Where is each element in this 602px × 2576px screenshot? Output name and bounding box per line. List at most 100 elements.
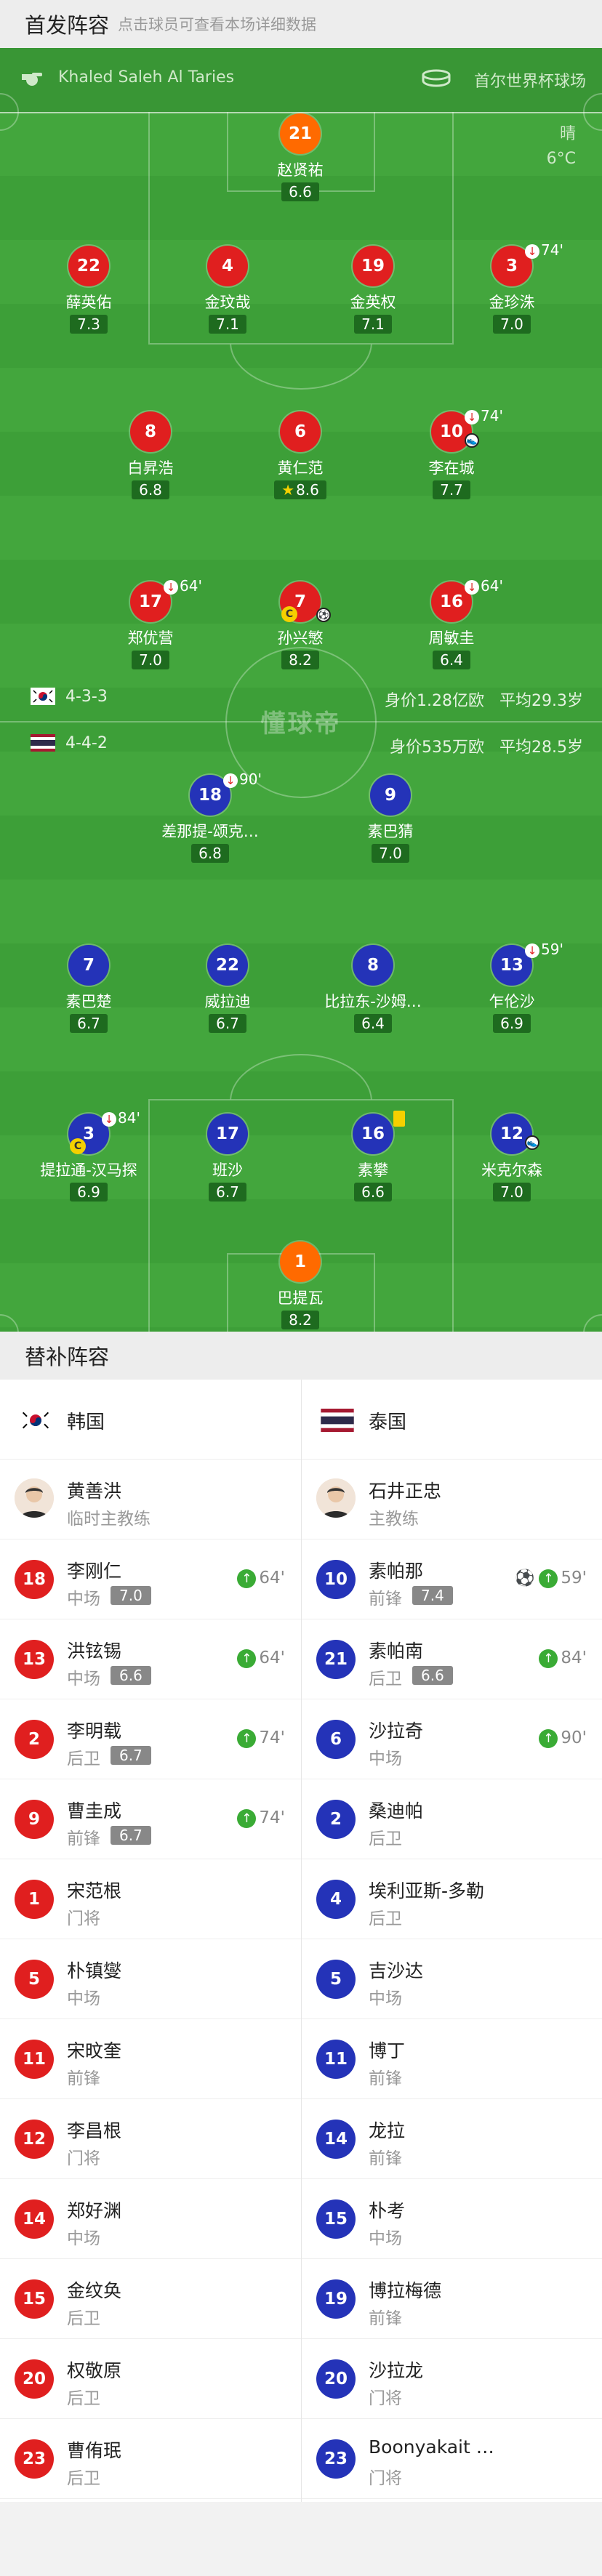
pitch-player[interactable]: 18 ↓ 90' 差那提-颂克… 6.8 (130, 770, 290, 863)
pitch-player[interactable]: 4 金玟哉 7.1 (148, 246, 308, 334)
assist-icon: 👟 (465, 433, 479, 448)
player-name: 博丁 (369, 2040, 406, 2061)
home-value-age: 身价1.28亿欧 平均29.3岁 (385, 688, 583, 711)
sub-time: 84' (118, 1109, 140, 1127)
bench-player-row[interactable]: 1 宋范根 门将 (0, 1859, 301, 1939)
bench-player-row[interactable]: 23 Boonyakait … 门将 (302, 2419, 602, 2499)
lineup-header: 首发阵容 点击球员可查看本场详细数据 (0, 0, 602, 48)
player-name: 李昌根 (67, 2120, 122, 2141)
sub-off-indicator: ↓ 64' (164, 577, 202, 595)
pitch-player[interactable]: 12 👟 米克尔森 7.0 (432, 1114, 592, 1202)
bench-player-row[interactable]: 11 博丁 前锋 (302, 2019, 602, 2099)
pitch-player[interactable]: 13 ↓ 59' 乍伦沙 6.9 (432, 941, 592, 1033)
pitch-player[interactable]: 3 ↓ 84' C 提拉通-汉马探 6.9 (9, 1109, 169, 1202)
player-rating: 6.6 (111, 1666, 151, 1685)
coach-row[interactable]: 石井正忠 主教练 (302, 1460, 602, 1539)
player-name: 比拉东-沙姆… (324, 993, 422, 1010)
bench-player-row[interactable]: 15 金纹奂 后卫 (0, 2259, 301, 2339)
pitch-player[interactable]: 16 素攀 6.6 (293, 1111, 453, 1202)
player-number: 19 (316, 2279, 356, 2319)
pitch-player[interactable]: 8 白昇浩 6.8 (71, 411, 230, 499)
player-name: 沙拉奇 (369, 1720, 424, 1742)
lineup-title: 首发阵容 (25, 13, 110, 38)
player-name: 巴提瓦 (277, 1289, 324, 1307)
bench-player-row[interactable]: 10 素帕那 前锋 7.4 ⚽ ↑ 59' (302, 1539, 602, 1619)
player-name: 金珍洙 (489, 294, 535, 311)
player-name: 郑优营 (127, 629, 174, 647)
player-name: 宋范根 (67, 1880, 122, 1901)
player-name: 赵贤祐 (277, 161, 324, 179)
bench-player-row[interactable]: 21 素帕南 后卫 6.6 ↑ 84' (302, 1619, 602, 1699)
pitch-player[interactable]: 3 ↓ 74' 金珍洙 7.0 (432, 241, 592, 334)
player-rating: 7.4 (412, 1586, 453, 1605)
pitch-player[interactable]: 7 素巴楚 6.7 (9, 945, 169, 1033)
player-number: 15 (15, 2279, 54, 2319)
pitch-player[interactable]: 6 黄仁范 ★ 8.6 (220, 411, 380, 499)
player-position: 中场 (67, 1989, 100, 2008)
coach-row[interactable]: 黄善洪 临时主教练 (0, 1460, 301, 1539)
sub-on-icon: ↑ (237, 1569, 257, 1588)
sub-time: 64' (481, 577, 503, 595)
player-number: 14 (15, 2199, 54, 2239)
away-team-summary: 4-4-2 身价535万欧 平均28.5岁 (31, 734, 583, 757)
pitch: Khaled Saleh Al Taries 首尔世界杯球场 晴 6°C 懂球帝… (0, 48, 602, 1332)
bench-player-row[interactable]: 19 博拉梅德 前锋 (302, 2259, 602, 2339)
sub-on-icon: ↑ (237, 1649, 257, 1668)
pitch-player[interactable]: 8 比拉东-沙姆… 6.4 (293, 945, 453, 1033)
pitch-player[interactable]: 16 ↓ 64' 周敏圭 6.4 (372, 577, 531, 669)
captain-icon: C (281, 606, 297, 622)
player-position: 中场 (67, 1590, 100, 1609)
bench-player-row[interactable]: 5 吉沙达 中场 (302, 1939, 602, 2019)
player-position: 前锋 (369, 2149, 402, 2168)
pitch-player[interactable]: 7 C ⚽ 孙兴慜 8.2 (220, 581, 380, 669)
player-position: 前锋 (369, 2069, 402, 2088)
bench-player-row[interactable]: 23 曹侑珉 后卫 (0, 2419, 301, 2499)
pitch-player[interactable]: 9 素巴猜 7.0 (310, 775, 470, 863)
pitch-player[interactable]: 22 威拉迪 6.7 (148, 945, 308, 1033)
pitch-player[interactable]: 17 ↓ 64' 郑优营 7.0 (71, 577, 230, 669)
bench-player-row[interactable]: 13 洪铉锡 中场 6.6 ↑ 64' (0, 1619, 301, 1699)
sub-time: 90' (239, 770, 262, 788)
bench-player-row[interactable]: 12 李昌根 门将 (0, 2099, 301, 2179)
player-number: 8 (353, 945, 393, 986)
player-position: 中场 (369, 2229, 402, 2248)
bench-player-row[interactable]: 20 沙拉龙 门将 (302, 2339, 602, 2419)
pitch-player[interactable]: 21 赵贤祐 6.6 (220, 113, 380, 201)
bench-player-row[interactable]: 18 李刚仁 中场 7.0 ↑ 64' (0, 1539, 301, 1619)
bench-player-row[interactable]: 2 李明载 后卫 6.7 ↑ 74' (0, 1699, 301, 1779)
bench-player-row[interactable]: 15 朴考 中场 (302, 2179, 602, 2259)
bench-player-row[interactable]: 4 埃利亚斯-多勒 后卫 (302, 1859, 602, 1939)
bench-player-row[interactable]: 14 郑好渊 中场 (0, 2179, 301, 2259)
player-position: 后卫 (369, 1670, 402, 1689)
player-rating: 6.4 (433, 651, 470, 669)
pitch-player[interactable]: 1 巴提瓦 8.2 (220, 1241, 380, 1329)
bench-list: 韩国 黄善洪 临时主教练 18 李刚仁 中场 7.0 ↑ 64' 13 洪铉锡 中… (0, 1380, 602, 2502)
player-name: 曹侑珉 (67, 2440, 122, 2461)
bench-player-row[interactable]: 2 桑迪帕 后卫 (302, 1779, 602, 1859)
player-name: 素巴猜 (367, 823, 414, 840)
pitch-player[interactable]: 19 金英权 7.1 (293, 246, 453, 334)
bench-player-row[interactable]: 9 曹圭成 前锋 6.7 ↑ 74' (0, 1779, 301, 1859)
bench-player-row[interactable]: 20 权敬原 后卫 (0, 2339, 301, 2419)
player-number: 19 (353, 246, 393, 286)
player-number: 16 (353, 1114, 393, 1154)
sub-on-time: 64' (259, 1649, 285, 1667)
bench-player-row[interactable]: 14 龙拉 前锋 (302, 2099, 602, 2179)
player-number: 18 (15, 1560, 54, 1599)
player-number: 22 (207, 945, 248, 986)
goal-ball-icon: ⚽ (515, 1569, 535, 1587)
pitch-player[interactable]: 10 ↓ 74' 👟 李在城 7.7 (372, 407, 531, 499)
player-position: 中场 (369, 1750, 402, 1768)
sub-on-icon: ↑ (237, 1808, 257, 1828)
player-position: 前锋 (67, 1830, 100, 1848)
bench-player-row[interactable]: 5 朴镇燮 中场 (0, 1939, 301, 2019)
bench-player-row[interactable]: 11 宋旼奎 前锋 (0, 2019, 301, 2099)
player-position: 前锋 (67, 2069, 100, 2088)
player-rating: 6.9 (70, 1183, 108, 1202)
away-avg-age: 平均28.5岁 (499, 738, 583, 757)
pitch-player[interactable]: 17 班沙 6.7 (148, 1114, 308, 1202)
bench-player-row[interactable]: 6 沙拉奇 中场 ↑ 90' (302, 1699, 602, 1779)
player-name: 桑迪帕 (369, 1800, 424, 1822)
pitch-player[interactable]: 22 薛英佑 7.3 (9, 246, 169, 334)
sub-time: 64' (180, 577, 202, 595)
